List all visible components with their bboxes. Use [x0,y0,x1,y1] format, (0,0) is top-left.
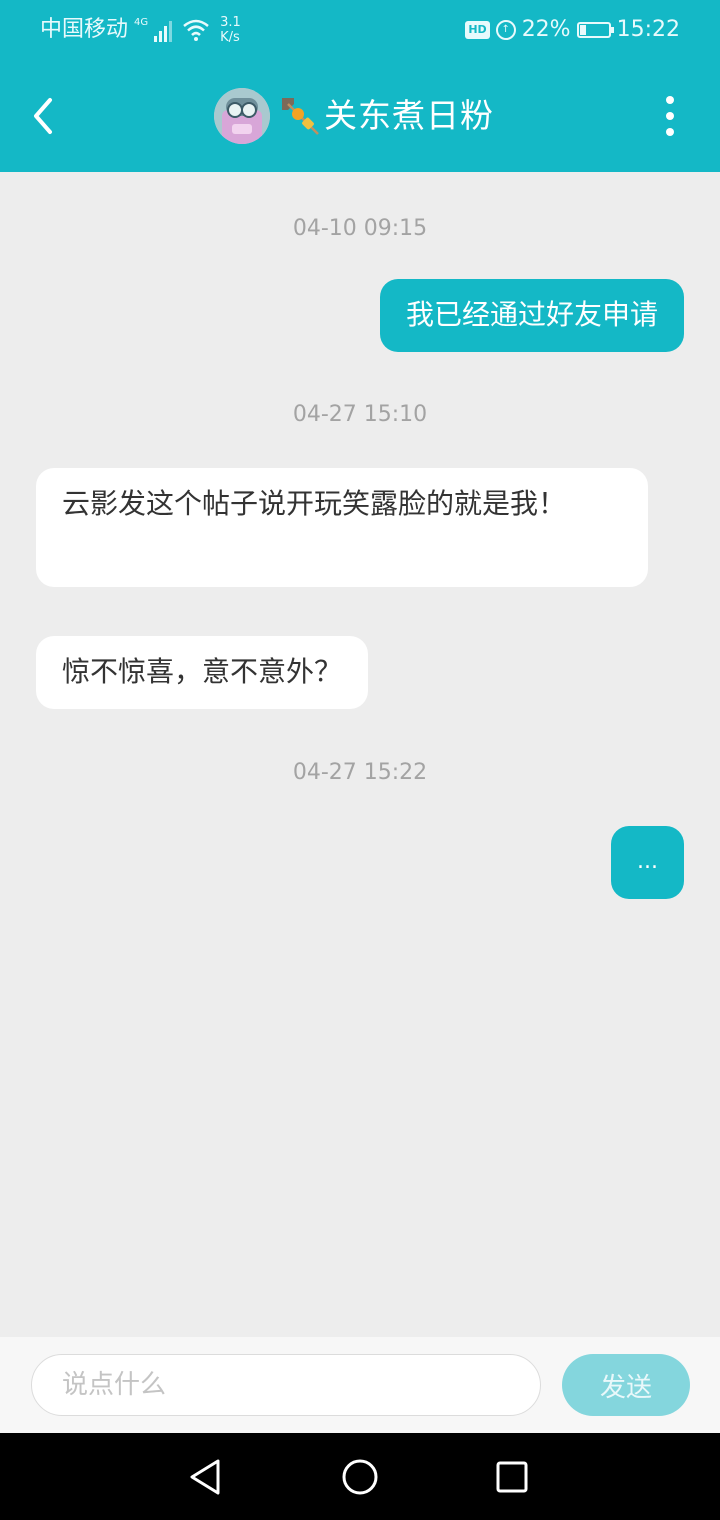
circle-home-icon [342,1459,378,1495]
chevron-left-icon [34,98,52,134]
oden-skewer-icon [282,98,319,135]
top-bar: 中国移动 4G 3.1 K/s HD ↑ 22% 15:22 关东煮日粉 [0,0,720,172]
triangle-back-icon [190,1459,220,1495]
status-left: 中国移动 4G 3.1 K/s [40,15,241,45]
battery-level [579,25,586,35]
data-saver-icon: ↑ [495,20,516,40]
network-type: 4G [134,17,149,28]
network-speed: 3.1 K/s [220,15,241,45]
hd-badge: HD [465,21,490,39]
nav-home-button[interactable] [336,1453,384,1501]
square-recents-icon [496,1461,528,1493]
status-bar: 中国移动 4G 3.1 K/s HD ↑ 22% 15:22 [0,0,720,60]
message-bubble-incoming[interactable]: 云影发这个帖子说开玩笑露脸的就是我！ [36,468,648,587]
message-timestamp: 04-10 09:15 [292,216,428,241]
message-list[interactable]: 04-10 09:15 我已经通过好友申请 04-27 15:10 云影发这个帖… [0,172,720,1337]
nav-recents-button[interactable] [488,1453,536,1501]
speed-value: 3.1 [220,15,241,30]
avatar[interactable] [214,88,270,144]
nav-back-button[interactable] [182,1453,230,1501]
more-vertical-icon [666,96,674,104]
message-timestamp: 04-27 15:22 [292,760,428,785]
more-button[interactable] [664,96,676,136]
contact-name: 关东煮日粉 [324,96,494,135]
chat-header: 关东煮日粉 [0,60,720,172]
send-button[interactable]: 发送 [562,1354,690,1416]
speed-unit: K/s [220,30,240,45]
chat-screen: 中国移动 4G 3.1 K/s HD ↑ 22% 15:22 关东煮日粉 04-… [0,0,720,1520]
back-button[interactable] [24,90,64,142]
input-bar: 发送 [0,1337,720,1433]
battery-icon [576,22,614,38]
message-timestamp: 04-27 15:10 [292,402,428,427]
message-bubble-outgoing[interactable]: ... [611,826,684,899]
battery-percent: 22% [521,17,571,42]
message-bubble-outgoing[interactable]: 我已经通过好友申请 [379,279,684,352]
contact-info[interactable]: 关东煮日粉 [214,87,494,145]
clock: 15:22 [616,17,680,42]
wifi-icon [183,19,209,41]
message-input[interactable] [31,1354,541,1416]
carrier-name: 中国移动 [40,17,129,42]
signal-icon [154,18,173,42]
system-nav-bar [0,1433,720,1520]
message-bubble-incoming[interactable]: 惊不惊喜，意不意外？ [36,636,369,709]
status-right: HD ↑ 22% 15:22 [465,15,680,45]
